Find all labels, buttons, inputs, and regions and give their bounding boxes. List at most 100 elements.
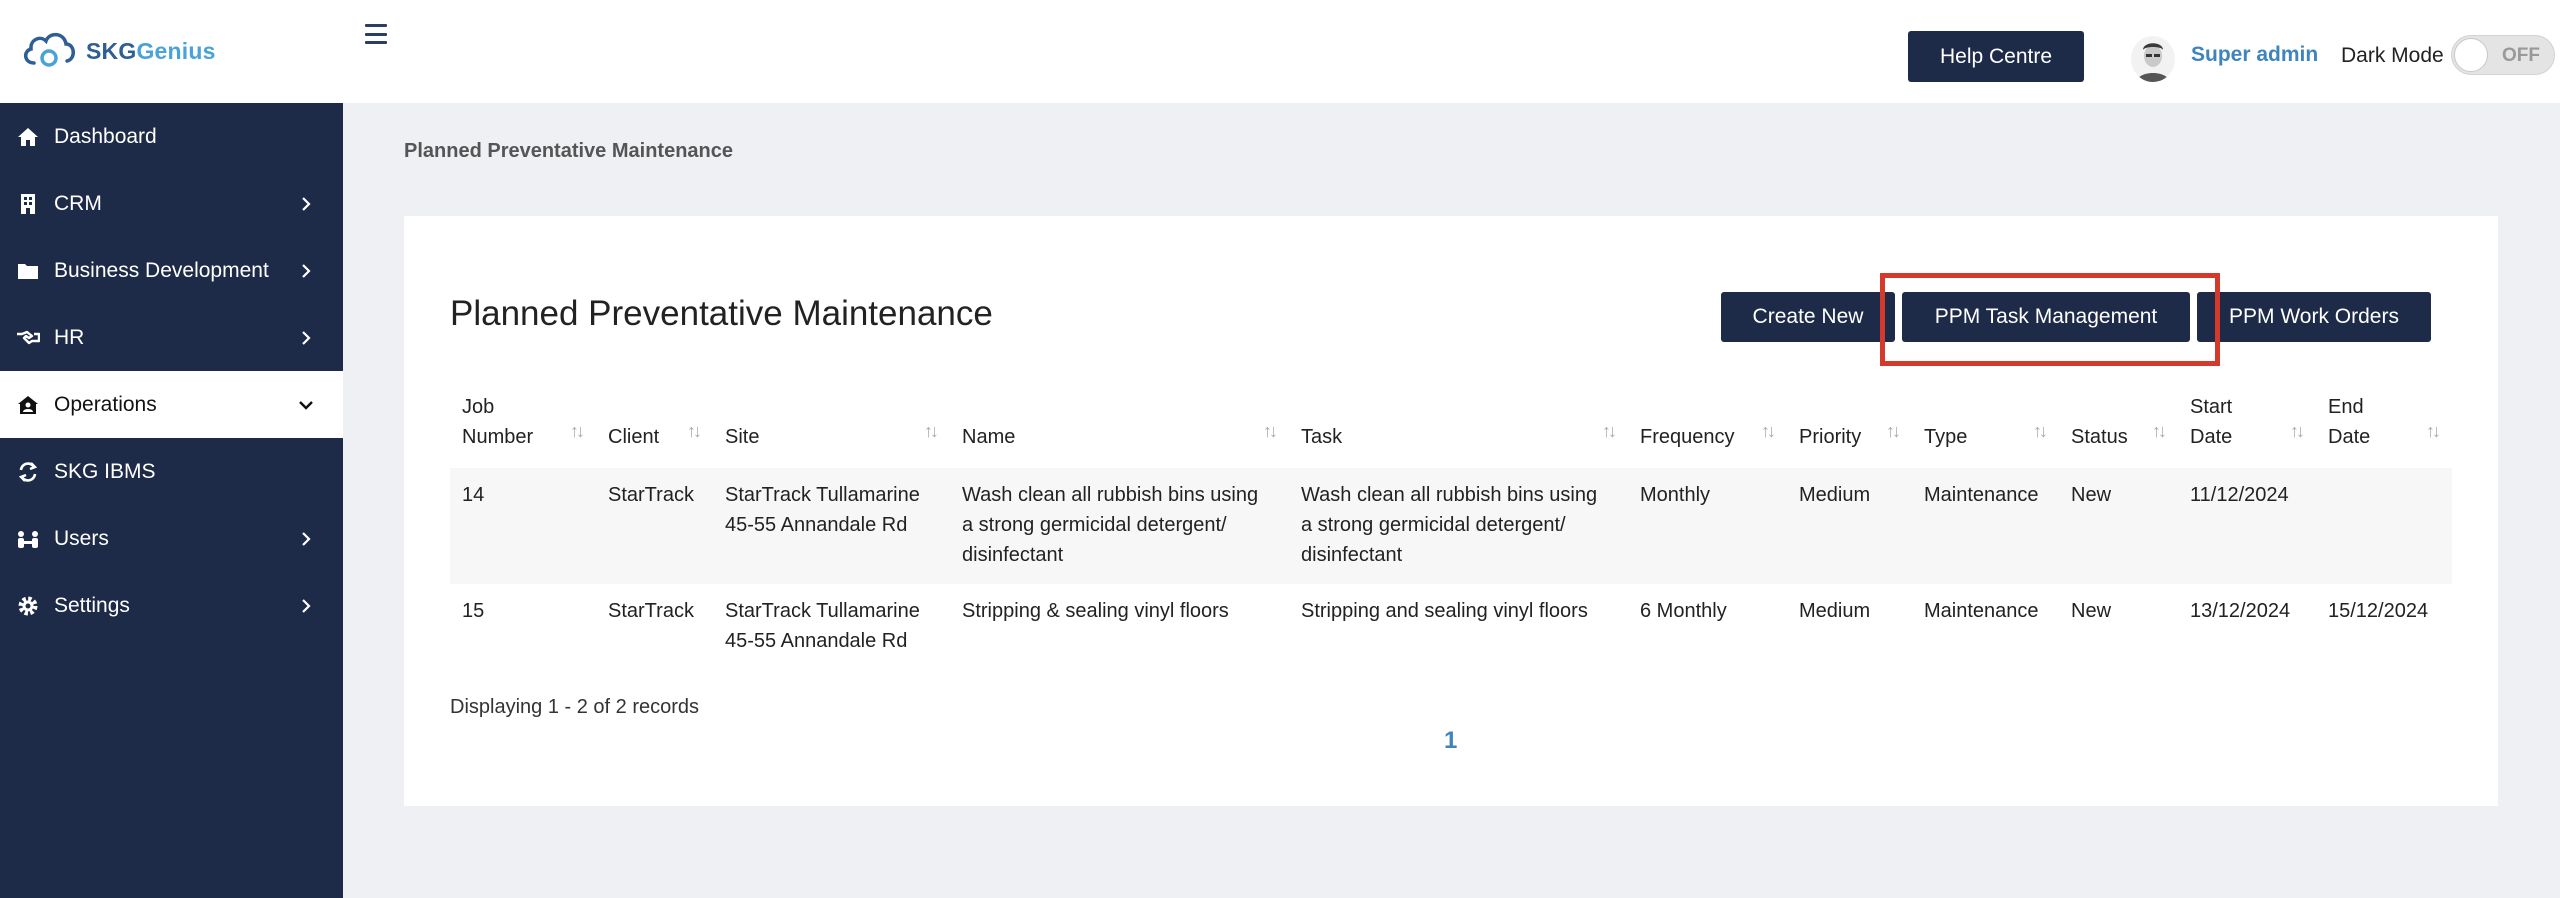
cell-type: Maintenance	[1912, 468, 2059, 584]
sidebar-item-label: Operations	[54, 392, 157, 416]
sort-icon[interactable]: ↑↓	[1263, 416, 1278, 446]
sidebar-item-label: Users	[54, 526, 109, 550]
dark-mode-label: Dark Mode	[2341, 44, 2444, 67]
column-header-frequency[interactable]: Frequency ↑↓	[1628, 392, 1787, 468]
chevron-right-icon	[299, 196, 313, 211]
cell-type: Maintenance	[1924, 600, 2039, 622]
column-header-type[interactable]: Type ↑↓	[1912, 392, 2059, 468]
cell-task: Stripping and sealing vinyl floors	[1301, 600, 1588, 622]
cell-priority: Medium	[1799, 600, 1871, 622]
column-header-priority[interactable]: Priority ↑↓	[1787, 392, 1912, 468]
sidebar-item-crm[interactable]: CRM	[0, 170, 343, 237]
table-row[interactable]: 15 StarTrack StarTrack Tullamarine 45-55 …	[450, 584, 2452, 670]
sort-icon[interactable]: ↑↓	[1886, 416, 1901, 446]
sidebar-item-business-development[interactable]: Business Development	[0, 237, 343, 304]
ppm-table: Job Number ↑↓ Client ↑↓ Site ↑↓ Name ↑↓ Task ↑…	[450, 392, 2452, 670]
house-user-icon	[16, 393, 40, 417]
hamburger-menu-icon[interactable]	[365, 24, 387, 44]
column-header-client[interactable]: Client ↑↓	[596, 392, 713, 468]
column-header-end-date[interactable]: End Date ↑↓	[2316, 392, 2452, 468]
column-header-job-number[interactable]: Job Number ↑↓	[450, 392, 596, 468]
cell-name: Wash clean all rubbish bins using a stron…	[950, 468, 1289, 584]
cell-frequency: 6 Monthly	[1640, 600, 1727, 622]
sidebar-item-users[interactable]: Users	[0, 505, 343, 572]
pagination-page-1[interactable]: 1	[1444, 727, 1457, 755]
sync-icon	[16, 460, 40, 484]
sidebar: SKGGenius Dashboard CRM Business Develop…	[0, 0, 343, 898]
table-header-row: Job Number ↑↓ Client ↑↓ Site ↑↓ Name ↑↓ Task ↑…	[450, 392, 2452, 468]
handshake-icon	[16, 326, 40, 350]
sidebar-nav: Dashboard CRM Business Development HR Op…	[0, 103, 343, 639]
sort-icon[interactable]: ↑↓	[2426, 416, 2441, 446]
sidebar-item-operations[interactable]: Operations	[0, 371, 343, 438]
breadcrumb: Planned Preventative Maintenance	[404, 140, 734, 162]
cell-start-date: 11/12/2024	[2178, 468, 2316, 584]
cell-status: New	[2059, 468, 2178, 584]
help-centre-button[interactable]: Help Centre	[1908, 31, 2084, 82]
ppm-work-orders-button[interactable]: PPM Work Orders	[2197, 292, 2431, 342]
sidebar-item-label: Settings	[54, 593, 130, 617]
gear-icon	[16, 594, 40, 618]
users-icon	[16, 527, 40, 551]
cell-frequency: Monthly	[1628, 468, 1787, 584]
sidebar-item-label: CRM	[54, 191, 102, 215]
column-header-task[interactable]: Task ↑↓	[1289, 392, 1628, 468]
user-name-link[interactable]: Super admin	[2191, 43, 2318, 67]
sidebar-item-label: Business Development	[54, 258, 269, 282]
chevron-down-icon	[299, 398, 313, 412]
avatar[interactable]	[2131, 36, 2175, 82]
sidebar-item-skg-ibms[interactable]: SKG IBMS	[0, 438, 343, 505]
chevron-right-icon	[299, 598, 313, 613]
sidebar-item-label: HR	[54, 325, 85, 349]
table-row[interactable]: 14 StarTrack StarTrack Tullamarine 45-55 …	[450, 468, 2452, 584]
column-header-status[interactable]: Status ↑↓	[2059, 392, 2178, 468]
cell-client: StarTrack	[596, 468, 713, 584]
records-summary: Displaying 1 - 2 of 2 records	[450, 696, 700, 718]
sort-icon[interactable]: ↑↓	[687, 416, 702, 446]
create-new-button[interactable]: Create New	[1721, 292, 1895, 342]
sidebar-item-hr[interactable]: HR	[0, 304, 343, 371]
page-title: Planned Preventative Maintenance	[450, 294, 993, 333]
cell-client: StarTrack	[608, 600, 694, 622]
column-header-site[interactable]: Site ↑↓	[713, 392, 950, 468]
cell-task: Wash clean all rubbish bins using a stron…	[1289, 468, 1628, 584]
cell-end-date	[2316, 468, 2452, 584]
sidebar-item-label: Dashboard	[54, 124, 157, 148]
folder-icon	[16, 259, 40, 283]
cell-job-number: 15	[462, 600, 485, 622]
chevron-right-icon	[299, 263, 313, 278]
sidebar-item-label: SKG IBMS	[54, 459, 156, 483]
chevron-right-icon	[299, 330, 313, 345]
column-header-name[interactable]: Name ↑↓	[950, 392, 1289, 468]
building-icon	[16, 192, 40, 216]
cell-job-number: 14	[450, 468, 596, 584]
top-header: Help Centre Super admin Dark Mode OFF	[343, 0, 2560, 103]
cell-priority: Medium	[1787, 468, 1912, 584]
sidebar-item-settings[interactable]: Settings	[0, 572, 343, 639]
home-icon	[16, 125, 40, 149]
logo[interactable]: SKGGenius	[0, 0, 343, 103]
toggle-knob	[2454, 38, 2488, 72]
logo-text: SKGGenius	[86, 38, 216, 64]
toggle-state-text: OFF	[2502, 45, 2540, 66]
sort-icon[interactable]: ↑↓	[2033, 416, 2048, 446]
cell-end-date: 15/12/2024	[2328, 600, 2429, 622]
sort-icon[interactable]: ↑↓	[1761, 416, 1776, 446]
main-card: Planned Preventative Maintenance Create …	[404, 216, 2498, 806]
column-header-start-date[interactable]: Start Date ↑↓	[2178, 392, 2316, 468]
sidebar-item-dashboard[interactable]: Dashboard	[0, 103, 343, 170]
ppm-task-management-button[interactable]: PPM Task Management	[1902, 292, 2190, 342]
dark-mode-toggle[interactable]: OFF	[2451, 35, 2555, 75]
sort-icon[interactable]: ↑↓	[2290, 416, 2305, 446]
sort-icon[interactable]: ↑↓	[2152, 416, 2167, 446]
sort-icon[interactable]: ↑↓	[924, 416, 939, 446]
cell-site: StarTrack Tullamarine 45-55 Annandale Rd	[713, 468, 950, 584]
sort-icon[interactable]: ↑↓	[1602, 416, 1617, 446]
cell-start-date: 13/12/2024	[2190, 600, 2291, 622]
cell-site: StarTrack Tullamarine 45-55 Annandale Rd	[725, 600, 920, 652]
cloud-logo-icon	[20, 27, 78, 76]
sort-icon[interactable]: ↑↓	[570, 416, 585, 446]
chevron-right-icon	[299, 531, 313, 546]
cell-status: New	[2071, 600, 2112, 622]
cell-name: Stripping & sealing vinyl floors	[962, 600, 1229, 622]
